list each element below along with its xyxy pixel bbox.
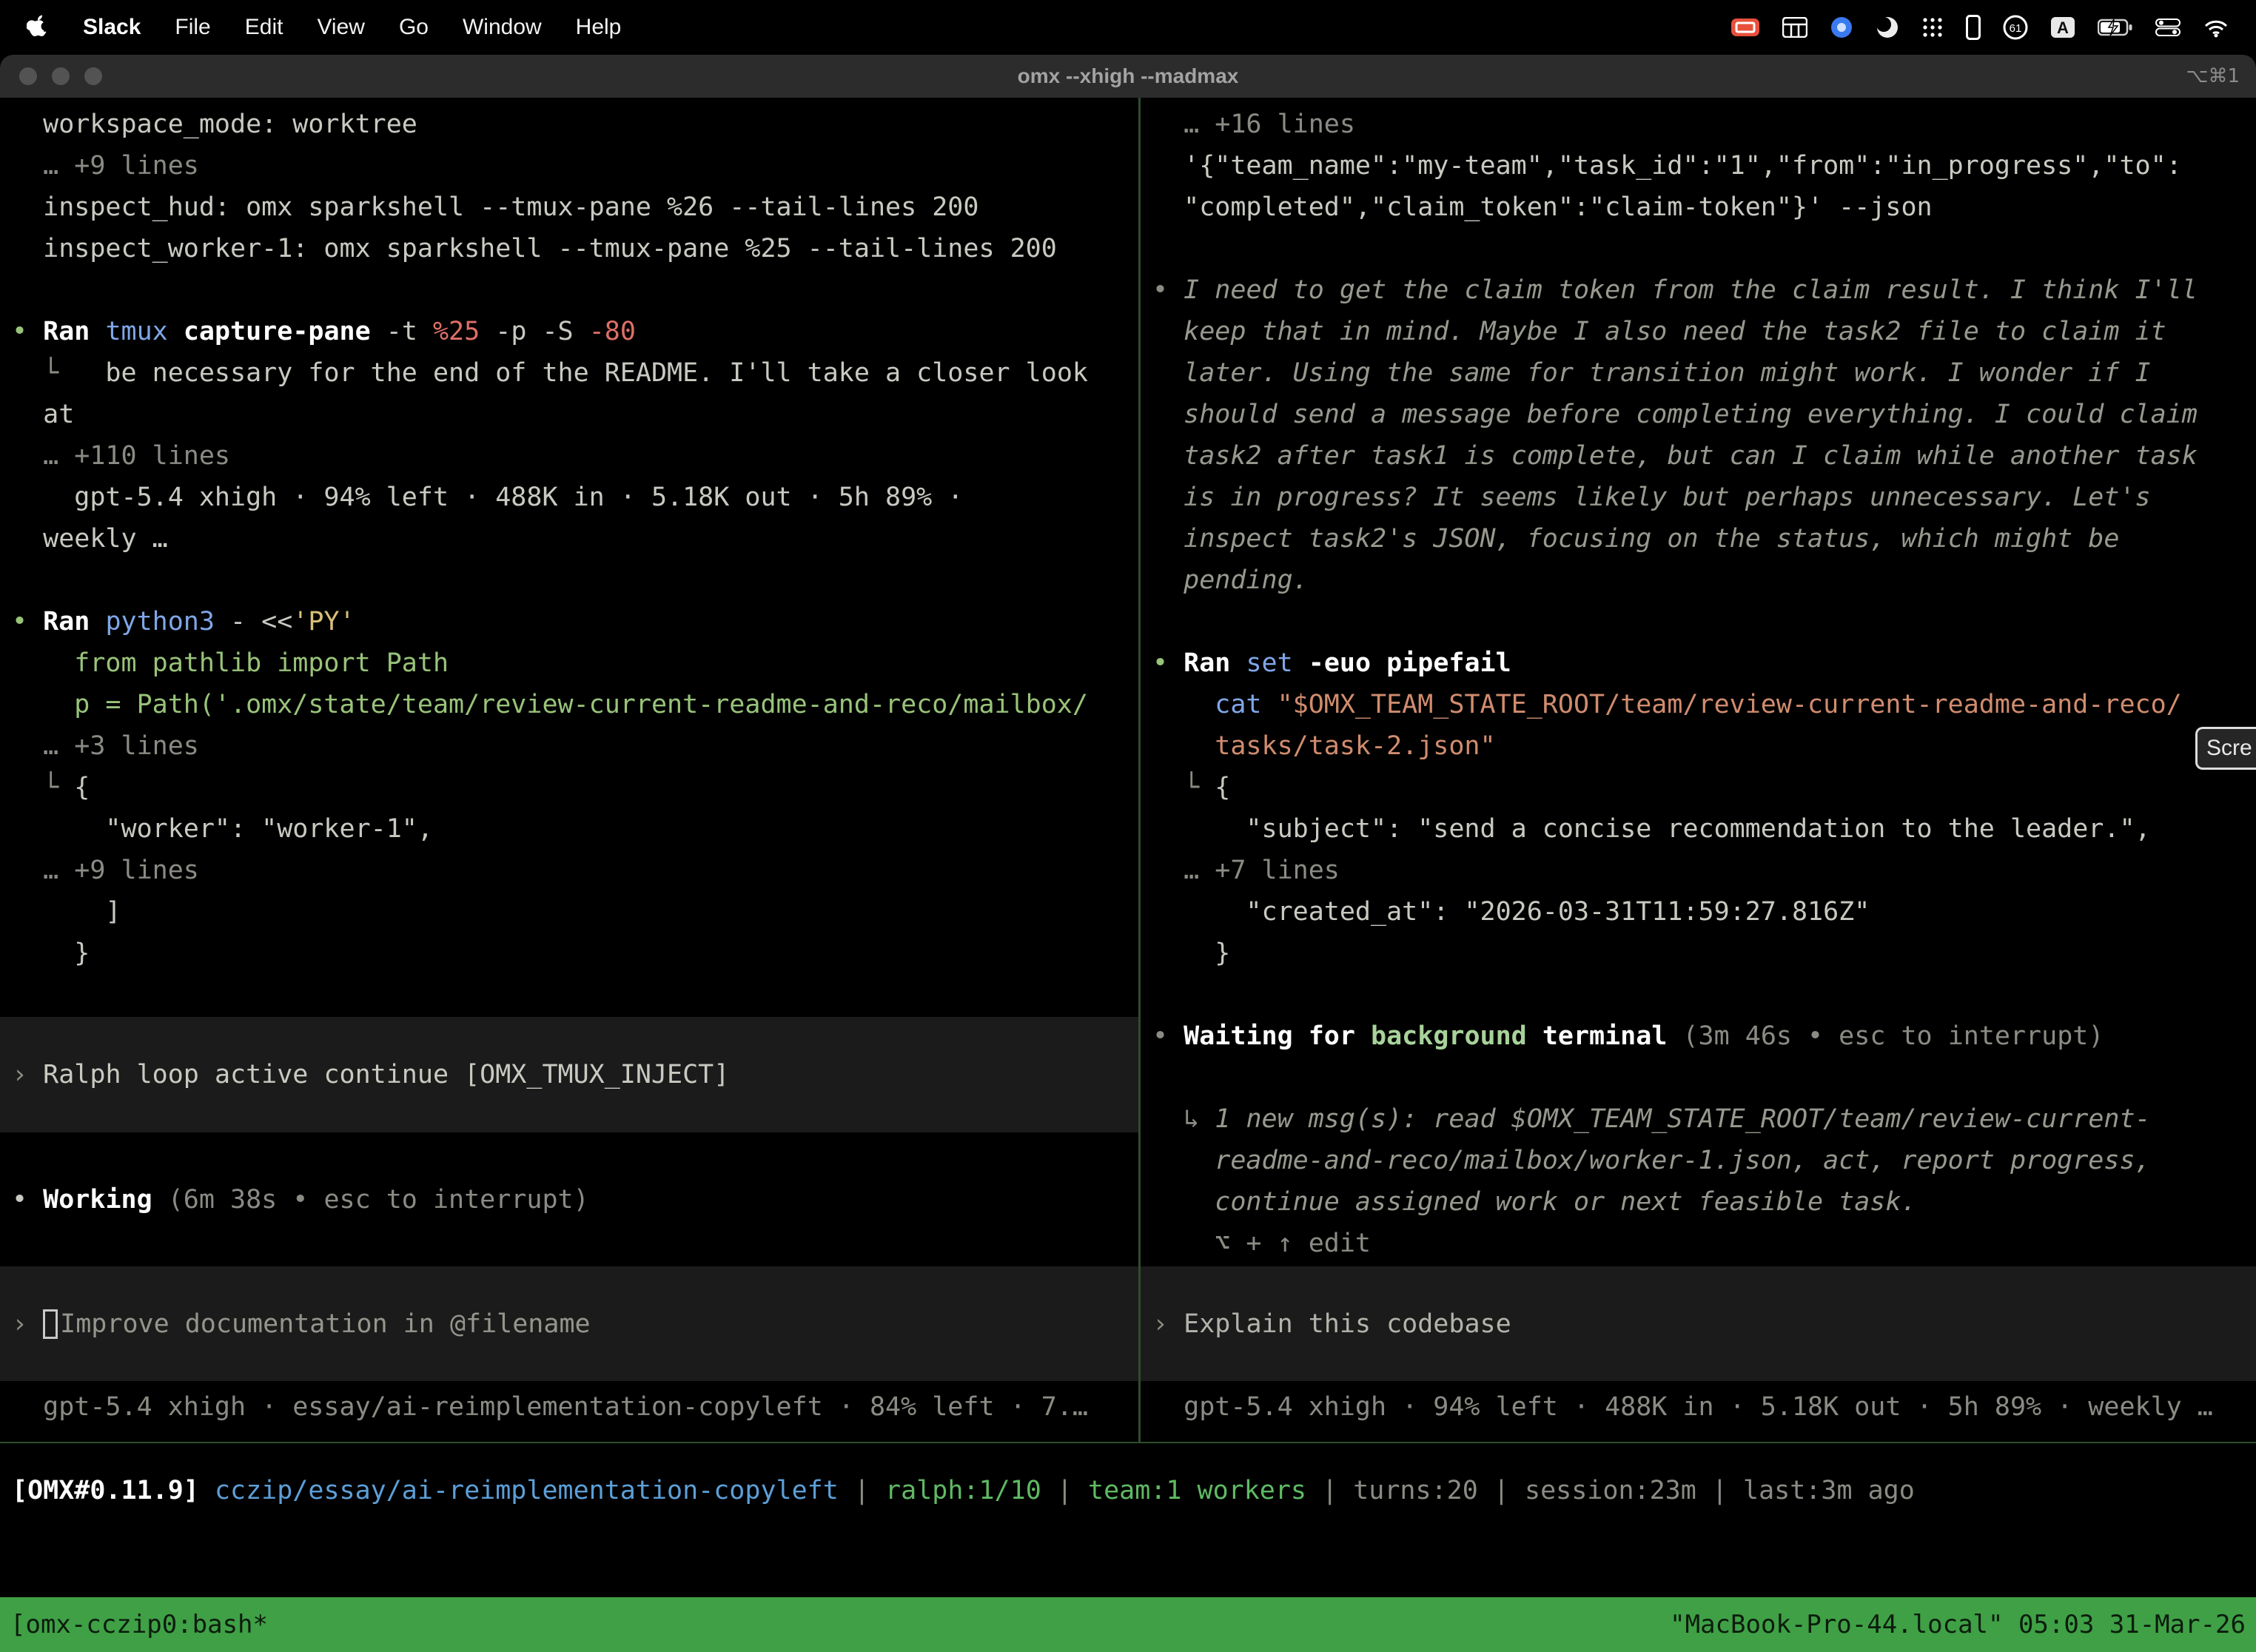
svg-text:61: 61 xyxy=(2010,22,2022,35)
menu-go[interactable]: Go xyxy=(399,15,429,40)
right-pane[interactable]: … +16 lines '{"team_name":"my-team","tas… xyxy=(1141,98,2256,1442)
menu-view[interactable]: View xyxy=(317,15,364,40)
menu-bar: Slack File Edit View Go Window Help 61 A xyxy=(0,0,2256,55)
left-pane-status: gpt-5.4 xhigh · essay/ai-reimplementatio… xyxy=(12,1386,1088,1428)
device-outline-icon[interactable] xyxy=(1966,15,1981,40)
right-pane-status: gpt-5.4 xhigh · 94% left · 488K in · 5.1… xyxy=(1152,1386,2213,1428)
window-title: omx --xhigh --madmax xyxy=(1018,64,1239,88)
menu-app-name[interactable]: Slack xyxy=(83,15,141,40)
svg-text:A: A xyxy=(2057,19,2069,37)
right-pane-scrollback: … +16 lines '{"team_name":"my-team","tas… xyxy=(1141,98,2256,1264)
prompt-chevron: › xyxy=(12,1303,43,1345)
tmux-host-clock: "MacBook-Pro-44.local" 05:03 31-Mar-26 xyxy=(1670,1610,2246,1639)
queued-message: › Ralph loop active continue [OMX_TMUX_I… xyxy=(0,1017,1138,1132)
tmux-status-bar: [omx-cczip0:bash* "MacBook-Pro-44.local"… xyxy=(0,1597,2256,1652)
left-input[interactable]: › Improve documentation in @filename xyxy=(0,1266,1138,1381)
window-shortcut-hint: ⌥⌘1 xyxy=(2186,65,2240,87)
grid-app-icon[interactable] xyxy=(1782,17,1807,38)
window-controls xyxy=(19,55,102,98)
control-center-icon[interactable] xyxy=(2155,18,2181,37)
dark-app-icon[interactable] xyxy=(1876,16,1899,39)
input-source-icon[interactable]: A xyxy=(2050,16,2075,38)
prompt-chevron: › xyxy=(1152,1303,1184,1345)
close-button[interactable] xyxy=(19,67,37,85)
working-status: • Working (6m 38s • esc to interrupt) xyxy=(12,1179,589,1220)
suggestion-text[interactable]: Explain this codebase xyxy=(1184,1303,1511,1345)
menu-window[interactable]: Window xyxy=(463,15,542,40)
battery-percent-circle-icon[interactable]: 61 xyxy=(2003,15,2028,40)
left-input-text[interactable]: Improve documentation in @filename xyxy=(60,1303,590,1345)
left-pane-scrollback: workspace_mode: worktree … +9 lines insp… xyxy=(0,98,1138,974)
battery-charging-icon[interactable] xyxy=(2098,18,2133,37)
text-cursor xyxy=(43,1309,58,1339)
omx-status-line: [OMX#0.11.9] cczip/essay/ai-reimplementa… xyxy=(0,1443,2256,1597)
terminal-window[interactable]: omx --xhigh --madmax ⌥⌘1 workspace_mode:… xyxy=(0,55,2256,1652)
menu-file[interactable]: File xyxy=(175,15,210,40)
minimize-button[interactable] xyxy=(52,67,70,85)
screen-record-icon[interactable] xyxy=(1730,16,1760,38)
tmux-session-name: [omx-cczip0:bash* xyxy=(10,1610,268,1639)
menu-help[interactable]: Help xyxy=(576,15,622,40)
apple-menu-icon[interactable] xyxy=(27,12,49,43)
title-bar[interactable]: omx --xhigh --madmax ⌥⌘1 xyxy=(0,55,2256,98)
blue-app-icon[interactable] xyxy=(1830,16,1853,39)
right-input[interactable]: › Explain this codebase xyxy=(1141,1266,2256,1381)
wifi-icon[interactable] xyxy=(2203,17,2229,38)
left-pane[interactable]: workspace_mode: worktree … +9 lines insp… xyxy=(0,98,1138,1442)
tmux-session: workspace_mode: worktree … +9 lines insp… xyxy=(0,98,2256,1443)
zoom-button[interactable] xyxy=(84,67,102,85)
dots-grid-icon[interactable] xyxy=(1921,16,1944,38)
notification-overlay[interactable]: Scre xyxy=(2195,727,2256,770)
menu-edit[interactable]: Edit xyxy=(245,15,283,40)
